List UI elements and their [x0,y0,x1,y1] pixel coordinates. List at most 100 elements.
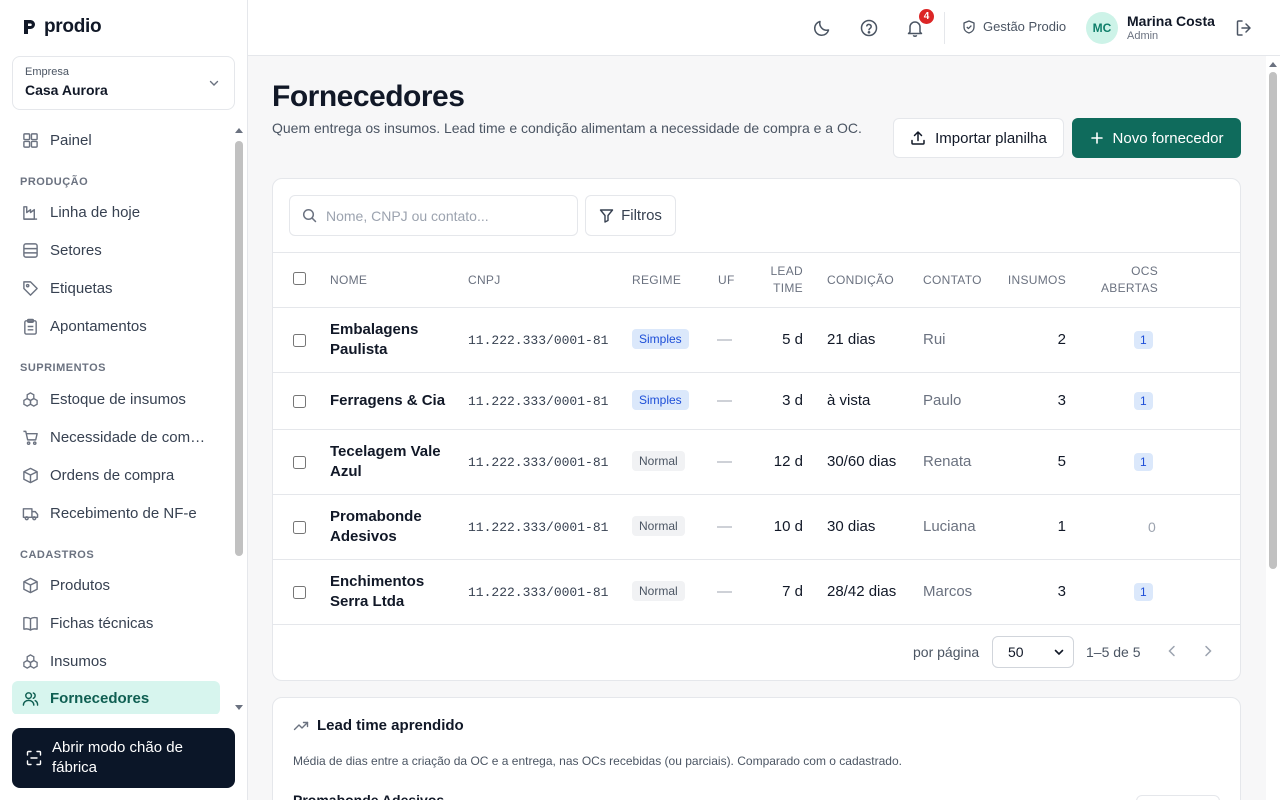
sidebar-item-label: Necessidade de compra [50,428,210,446]
factory-mode-label: Abrir modo chão de fábrica [52,739,183,776]
brand-logo[interactable]: prodio [22,16,102,38]
sidebar-item-produtos[interactable]: Produtos [12,568,220,602]
boxes-icon [23,391,38,407]
open-orders-badge[interactable]: 1 [1134,583,1153,601]
col-regime[interactable]: REGIME [632,272,681,289]
sidebar-item-linha-de-hoje[interactable]: Linha de hoje [12,195,220,229]
col-cnpj[interactable]: CNPJ [468,272,501,289]
supplier-name[interactable]: Embalagens Paulista [330,320,450,360]
supplier-condition: 30/60 dias [827,453,897,470]
per-page-select[interactable]: 50 [992,636,1074,668]
lead-time-item-name: Promabonde Adesivos [293,792,445,800]
company-selector[interactable]: Empresa Casa Aurora [12,56,235,110]
lead-time-description: Média de dias entre a criação da OC e a … [293,754,902,768]
search-input[interactable] [326,207,566,224]
scroll-up-arrow-icon[interactable] [1269,62,1277,67]
sidebar-item-label: Etiquetas [50,279,113,297]
row-checkbox[interactable] [293,334,306,347]
search-box[interactable] [289,195,578,236]
supplier-name[interactable]: Promabonde Adesivos [330,507,450,547]
cube-icon [23,577,38,593]
notification-badge: 4 [919,9,934,24]
sidebar-item-etiquetas[interactable]: Etiquetas [12,271,220,305]
sidebar-item-recebimento-de-nfe[interactable]: Recebimento de NF-e [12,496,220,530]
table-row[interactable]: Ferragens & Cia 11.222.333/0001-81 Simpl… [273,373,1240,430]
supplier-lead-time: 12 d [773,453,803,470]
supplier-inputs-count: 1 [1057,518,1066,535]
sidebar-item-setores[interactable]: Setores [12,233,220,267]
col-lead-time-line1: LEAD [770,264,803,278]
table-row[interactable]: Embalagens Paulista 11.222.333/0001-81 S… [273,308,1240,373]
row-checkbox[interactable] [293,586,306,599]
col-nome[interactable]: NOME [330,272,367,289]
row-checkbox[interactable] [293,395,306,408]
lead-time-card: Lead time aprendido Média de dias entre … [272,697,1241,800]
help-icon[interactable] [859,18,879,38]
avatar[interactable]: MC [1086,12,1118,44]
new-supplier-button[interactable]: Novo fornecedor [1072,118,1241,158]
col-insumos[interactable]: INSUMOS [986,272,1066,289]
sidebar-item-insumos[interactable]: Insumos [12,644,220,678]
col-condicao[interactable]: CONDIÇÃO [827,272,894,289]
sidebar-item-fornecedores[interactable]: Fornecedores [12,681,220,714]
moon-icon[interactable] [812,18,832,38]
supplier-uf: — [717,453,732,470]
layers-icon [23,242,38,258]
open-orders-badge[interactable]: 1 [1134,453,1153,471]
select-all-checkbox[interactable] [293,272,306,285]
scrollbar-thumb[interactable] [235,141,243,556]
brand-name: prodio [44,16,102,37]
sidebar-item-necessidade-de-compra[interactable]: Necessidade de compra [12,420,220,454]
user-info[interactable]: Marina Costa Admin [1127,13,1215,42]
table-row[interactable]: Promabonde Adesivos 11.222.333/0001-81 N… [273,495,1240,560]
open-orders-badge[interactable]: 1 [1134,392,1153,410]
scroll-down-arrow-icon[interactable] [235,705,243,710]
supplier-name[interactable]: Ferragens & Cia [330,391,470,411]
supplier-name[interactable]: Tecelagem Vale Azul [330,442,450,482]
col-lead-time-line2: TIME [773,281,803,295]
supplier-cnpj: 11.222.333/0001-81 [468,394,609,409]
sidebar-item-label: Fornecedores [50,689,150,707]
table-row[interactable]: Tecelagem Vale Azul 11.222.333/0001-81 N… [273,430,1240,495]
lead-time-title-text: Lead time aprendido [317,717,464,734]
supplier-cnpj: 11.222.333/0001-81 [468,333,609,348]
col-uf[interactable]: UF [718,272,735,289]
row-checkbox[interactable] [293,456,306,469]
filters-button[interactable]: Filtros [585,195,676,236]
sidebar-item-painel[interactable]: Painel [12,123,220,157]
table-row[interactable]: Enchimentos Serra Ltda 11.222.333/0001-8… [273,560,1240,625]
supplier-inputs-count: 3 [1057,583,1066,600]
scrollbar-thumb[interactable] [1269,72,1277,569]
tag-icon [23,280,38,296]
sidebar-item-fichas-tecnicas[interactable]: Fichas técnicas [12,606,220,640]
col-contato[interactable]: CONTATO [923,272,982,289]
main-scrollbar[interactable] [1266,56,1280,800]
sidebar-scrollbar[interactable] [234,126,244,712]
chevron-down-icon [209,80,219,86]
book-icon [23,616,38,631]
org-label: Gestão Prodio [983,19,1067,34]
col-lead-time[interactable]: LEAD TIME [753,263,803,297]
chevron-right-icon[interactable] [1200,643,1216,659]
users-icon [22,691,39,706]
trending-up-icon [293,721,309,730]
open-orders-badge[interactable]: 1 [1134,331,1153,349]
sidebar-item-estoque-de-insumos[interactable]: Estoque de insumos [12,382,220,416]
sidebar-item-label: Fichas técnicas [50,614,154,632]
clipboard-icon [24,318,37,335]
org-selector[interactable]: Gestão Prodio [962,19,1066,34]
regime-badge: Normal [632,581,685,601]
factory-mode-button[interactable]: Abrir modo chão de fábrica [12,728,235,788]
page-description: Quem entrega os insumos. Lead time e con… [272,120,862,136]
sidebar-item-apontamentos[interactable]: Apontamentos [12,309,220,343]
col-ocs-abertas[interactable]: OCS ABERTAS [1078,263,1158,297]
row-checkbox[interactable] [293,521,306,534]
chevron-left-icon[interactable] [1164,643,1180,659]
per-page-label: por página [913,644,980,660]
logout-icon[interactable] [1234,18,1254,38]
import-spreadsheet-button[interactable]: Importar planilha [893,118,1064,158]
supplier-name[interactable]: Enchimentos Serra Ltda [330,572,450,612]
scroll-up-arrow-icon[interactable] [235,128,243,133]
section-cadastros: CADASTROS [20,549,95,561]
sidebar-item-ordens-de-compra[interactable]: Ordens de compra [12,458,220,492]
